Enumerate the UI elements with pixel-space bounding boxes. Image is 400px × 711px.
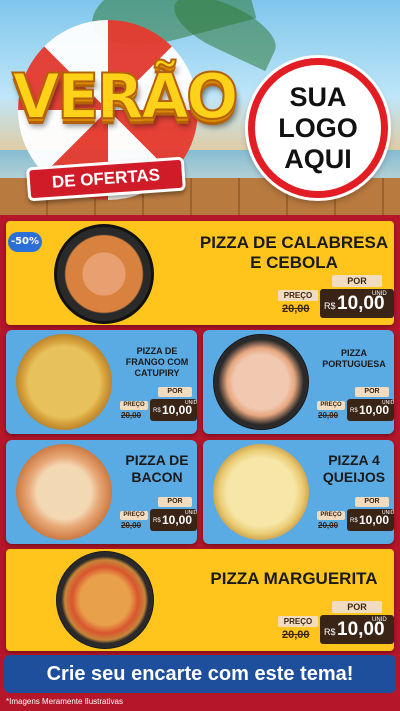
old-price: 20,00 [121, 411, 142, 420]
product-card-bacon[interactable]: PIZZA DE BACON POR PREÇO 20,00 R$ 10,00 … [6, 440, 197, 544]
product-name: PIZZA DE FRANGO COM CATUPIRY [125, 346, 189, 378]
unit-label: UNID [372, 291, 387, 297]
product-name: PIZZA DE CALABRESA E CEBOLA [199, 233, 389, 272]
currency-label: R$ [153, 408, 161, 414]
old-price: 20,00 [282, 303, 310, 315]
pizza-portuguesa-image [213, 334, 309, 430]
currency-label: R$ [350, 408, 358, 414]
price-tag: POR PREÇO 20,00 R$ 10,00 UNID [278, 601, 394, 645]
currency-label: R$ [324, 301, 336, 311]
currency-label: R$ [153, 518, 161, 524]
product-name: PIZZA DE BACON [125, 452, 189, 485]
product-name: PIZZA MARGUERITA [210, 569, 378, 588]
logo-placeholder: SUA LOGO AQUI [248, 58, 388, 198]
por-label: POR [332, 601, 382, 613]
product-card-portuguesa[interactable]: PIZZA PORTUGUESA POR PREÇO 20,00 R$ 10,0… [203, 330, 394, 434]
logo-placeholder-text: SUA LOGO AQUI [278, 81, 358, 174]
por-label: POR [158, 497, 192, 507]
new-price: R$ 10,00 UNID [150, 509, 197, 531]
disclaimer-text: *Imagens Meramente Ilustrativas [6, 697, 123, 706]
discount-badge: -50% [8, 232, 42, 252]
pizza-frango-image [16, 334, 112, 430]
por-label: POR [355, 387, 389, 397]
cta-banner[interactable]: Crie seu encarte com este tema! [4, 655, 396, 693]
header-banner: VERÃO DE OFERTAS SUA LOGO AQUI [0, 0, 400, 215]
product-card-frango[interactable]: PIZZA DE FRANGO COM CATUPIRY POR PREÇO 2… [6, 330, 197, 434]
preco-label: PREÇO [317, 511, 345, 520]
preco-label: PREÇO [278, 616, 318, 627]
old-price: 20,00 [318, 521, 339, 530]
unit-label: UNID [382, 510, 395, 516]
por-label: POR [158, 387, 192, 397]
preco-label: PREÇO [278, 290, 318, 301]
old-price: 20,00 [282, 629, 310, 641]
new-price: R$ 10,00 UNID [320, 289, 394, 318]
pizza-marguerita-image [56, 551, 154, 649]
product-name: PIZZA PORTUGUESA [322, 348, 386, 369]
price-tag: POR PREÇO 20,00 R$ 10,00 UNID [278, 275, 394, 319]
por-label: POR [332, 275, 382, 287]
price-tag: POR PREÇO 20,00 R$ 10,00 UNID [315, 497, 394, 535]
unit-label: UNID [372, 617, 387, 623]
new-price: R$ 10,00 UNID [347, 509, 394, 531]
new-price: R$ 10,00 UNID [347, 399, 394, 421]
product-card-marguerita[interactable]: PIZZA MARGUERITA POR PREÇO 20,00 R$ 10,0… [6, 549, 394, 651]
new-price: R$ 10,00 UNID [320, 615, 394, 644]
price-tag: POR PREÇO 20,00 R$ 10,00 UNID [315, 387, 394, 425]
product-card-calabresa[interactable]: PIZZA DE CALABRESA E CEBOLA POR PREÇO 20… [6, 221, 394, 325]
unit-label: UNID [382, 400, 395, 406]
pizza-calabresa-image [54, 224, 154, 324]
preco-label: PREÇO [120, 511, 148, 520]
product-card-4-queijos[interactable]: PIZZA 4 QUEIJOS POR PREÇO 20,00 R$ 10,00… [203, 440, 394, 544]
page-title: VERÃO [11, 60, 240, 133]
unit-label: UNID [185, 400, 198, 406]
old-price: 20,00 [121, 521, 142, 530]
product-name: PIZZA 4 QUEIJOS [322, 452, 386, 485]
pizza-queijos-image [213, 444, 309, 540]
pizza-bacon-image [16, 444, 112, 540]
new-price: R$ 10,00 UNID [150, 399, 197, 421]
old-price: 20,00 [318, 411, 339, 420]
unit-label: UNID [185, 510, 198, 516]
price-tag: POR PREÇO 20,00 R$ 10,00 UNID [118, 497, 197, 535]
preco-label: PREÇO [120, 401, 148, 410]
currency-label: R$ [350, 518, 358, 524]
preco-label: PREÇO [317, 401, 345, 410]
price-tag: POR PREÇO 20,00 R$ 10,00 UNID [118, 387, 197, 425]
por-label: POR [355, 497, 389, 507]
currency-label: R$ [324, 627, 336, 637]
